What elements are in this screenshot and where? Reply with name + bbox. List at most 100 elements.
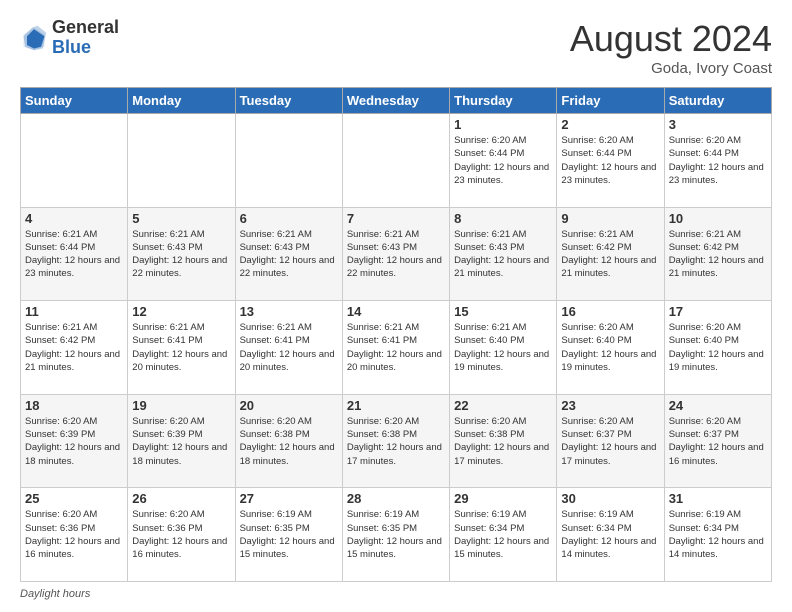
day-info: Sunrise: 6:21 AM Sunset: 6:41 PM Dayligh… [132,321,230,374]
week-row-4: 18 Sunrise: 6:20 AM Sunset: 6:39 PM Dayli… [21,394,772,488]
day-number: 4 [25,211,123,226]
day-cell: 24Sunrise: 6:20 AM Sunset: 6:37 PM Dayli… [664,394,771,488]
day-number: 29 [454,491,552,506]
col-sunday: Sunday [21,88,128,114]
title-block: August 2024 Goda, Ivory Coast [570,18,772,77]
day-cell: 15Sunrise: 6:21 AM Sunset: 6:40 PM Dayli… [450,301,557,395]
day-info: Sunrise: 6:20 AM Sunset: 6:38 PM Dayligh… [454,415,552,468]
day-cell: 18 Sunrise: 6:20 AM Sunset: 6:39 PM Dayli… [21,394,128,488]
day-info: Sunrise: 6:20 AM Sunset: 6:36 PM Dayligh… [25,508,123,561]
day-number: 27 [240,491,338,506]
day-cell: 12 Sunrise: 6:21 AM Sunset: 6:41 PM Dayli… [128,301,235,395]
day-cell: 28 Sunrise: 6:19 AM Sunset: 6:35 PM Dayli… [342,488,449,582]
day-info: Sunrise: 6:20 AM Sunset: 6:40 PM Dayligh… [561,321,659,374]
day-cell: 26 Sunrise: 6:20 AM Sunset: 6:36 PM Dayli… [128,488,235,582]
day-cell: 10 Sunrise: 6:21 AM Sunset: 6:42 PM Dayli… [664,207,771,301]
day-cell: 14 Sunrise: 6:21 AM Sunset: 6:41 PM Dayli… [342,301,449,395]
day-number: 3 [669,117,767,132]
day-number: 5 [132,211,230,226]
day-cell [21,114,128,208]
day-number: 25 [25,491,123,506]
day-info: Sunrise: 6:21 AM Sunset: 6:42 PM Dayligh… [25,321,123,374]
day-info: Sunrise: 6:20 AM Sunset: 6:40 PM Dayligh… [669,321,767,374]
daylight-label: Daylight hours [20,588,90,600]
header-row: Sunday Monday Tuesday Wednesday Thursday… [21,88,772,114]
day-cell: 9 Sunrise: 6:21 AM Sunset: 6:42 PM Daylig… [557,207,664,301]
day-number: 11 [25,304,123,319]
day-number: 6 [240,211,338,226]
day-cell: 31 Sunrise: 6:19 AM Sunset: 6:34 PM Dayli… [664,488,771,582]
day-number: 19 [132,398,230,413]
day-cell: 27Sunrise: 6:19 AM Sunset: 6:35 PM Dayli… [235,488,342,582]
day-info: Sunrise: 6:19 AM Sunset: 6:34 PM Dayligh… [561,508,659,561]
day-number: 13 [240,304,338,319]
day-info: Sunrise: 6:19 AM Sunset: 6:34 PM Dayligh… [669,508,767,561]
day-number: 15 [454,304,552,319]
day-number: 2 [561,117,659,132]
day-number: 17 [669,304,767,319]
day-info: Sunrise: 6:21 AM Sunset: 6:43 PM Dayligh… [454,228,552,281]
day-cell: 1 Sunrise: 6:20 AM Sunset: 6:44 PM Daylig… [450,114,557,208]
day-number: 20 [240,398,338,413]
day-cell: 2 Sunrise: 6:20 AM Sunset: 6:44 PM Daylig… [557,114,664,208]
day-info: Sunrise: 6:21 AM Sunset: 6:42 PM Dayligh… [561,228,659,281]
col-monday: Monday [128,88,235,114]
month-title: August 2024 [570,18,772,60]
header: General Blue August 2024 Goda, Ivory Coa… [20,18,772,77]
week-row-2: 4 Sunrise: 6:21 AM Sunset: 6:44 PM Daylig… [21,207,772,301]
day-cell: 6 Sunrise: 6:21 AM Sunset: 6:43 PM Daylig… [235,207,342,301]
logo-blue: Blue [52,37,91,57]
day-cell: 23Sunrise: 6:20 AM Sunset: 6:37 PM Dayli… [557,394,664,488]
day-number: 28 [347,491,445,506]
day-info: Sunrise: 6:21 AM Sunset: 6:41 PM Dayligh… [347,321,445,374]
day-cell: 16 Sunrise: 6:20 AM Sunset: 6:40 PM Dayli… [557,301,664,395]
day-cell: 19 Sunrise: 6:20 AM Sunset: 6:39 PM Dayli… [128,394,235,488]
col-saturday: Saturday [664,88,771,114]
day-info: Sunrise: 6:19 AM Sunset: 6:34 PM Dayligh… [454,508,552,561]
day-cell: 21Sunrise: 6:20 AM Sunset: 6:38 PM Dayli… [342,394,449,488]
day-info: Sunrise: 6:20 AM Sunset: 6:44 PM Dayligh… [561,134,659,187]
day-number: 31 [669,491,767,506]
day-number: 26 [132,491,230,506]
day-number: 9 [561,211,659,226]
day-cell: 3 Sunrise: 6:20 AM Sunset: 6:44 PM Daylig… [664,114,771,208]
day-number: 1 [454,117,552,132]
day-number: 10 [669,211,767,226]
day-info: Sunrise: 6:20 AM Sunset: 6:39 PM Dayligh… [25,415,123,468]
col-tuesday: Tuesday [235,88,342,114]
day-info: Sunrise: 6:20 AM Sunset: 6:44 PM Dayligh… [454,134,552,187]
footer: Daylight hours [20,588,772,600]
day-number: 22 [454,398,552,413]
day-info: Sunrise: 6:21 AM Sunset: 6:44 PM Dayligh… [25,228,123,281]
day-info: Sunrise: 6:21 AM Sunset: 6:43 PM Dayligh… [240,228,338,281]
col-wednesday: Wednesday [342,88,449,114]
day-number: 18 [25,398,123,413]
week-row-3: 11 Sunrise: 6:21 AM Sunset: 6:42 PM Dayli… [21,301,772,395]
day-info: Sunrise: 6:21 AM Sunset: 6:43 PM Dayligh… [132,228,230,281]
day-number: 8 [454,211,552,226]
page: General Blue August 2024 Goda, Ivory Coa… [0,0,792,612]
week-row-5: 25 Sunrise: 6:20 AM Sunset: 6:36 PM Dayli… [21,488,772,582]
day-number: 24 [669,398,767,413]
day-info: Sunrise: 6:20 AM Sunset: 6:39 PM Dayligh… [132,415,230,468]
day-number: 12 [132,304,230,319]
day-info: Sunrise: 6:20 AM Sunset: 6:36 PM Dayligh… [132,508,230,561]
day-info: Sunrise: 6:20 AM Sunset: 6:44 PM Dayligh… [669,134,767,187]
day-cell: 5 Sunrise: 6:21 AM Sunset: 6:43 PM Daylig… [128,207,235,301]
day-cell: 20Sunrise: 6:20 AM Sunset: 6:38 PM Dayli… [235,394,342,488]
day-number: 16 [561,304,659,319]
day-cell: 29 Sunrise: 6:19 AM Sunset: 6:34 PM Dayli… [450,488,557,582]
day-info: Sunrise: 6:19 AM Sunset: 6:35 PM Dayligh… [347,508,445,561]
day-cell [128,114,235,208]
day-cell: 30Sunrise: 6:19 AM Sunset: 6:34 PM Dayli… [557,488,664,582]
logo-text: General Blue [52,18,119,58]
location: Goda, Ivory Coast [570,60,772,77]
day-number: 14 [347,304,445,319]
day-info: Sunrise: 6:21 AM Sunset: 6:42 PM Dayligh… [669,228,767,281]
day-cell: 4 Sunrise: 6:21 AM Sunset: 6:44 PM Daylig… [21,207,128,301]
day-info: Sunrise: 6:20 AM Sunset: 6:38 PM Dayligh… [347,415,445,468]
day-cell: 25 Sunrise: 6:20 AM Sunset: 6:36 PM Dayli… [21,488,128,582]
calendar-table: Sunday Monday Tuesday Wednesday Thursday… [20,87,772,582]
logo: General Blue [20,18,119,58]
week-row-1: 1 Sunrise: 6:20 AM Sunset: 6:44 PM Daylig… [21,114,772,208]
